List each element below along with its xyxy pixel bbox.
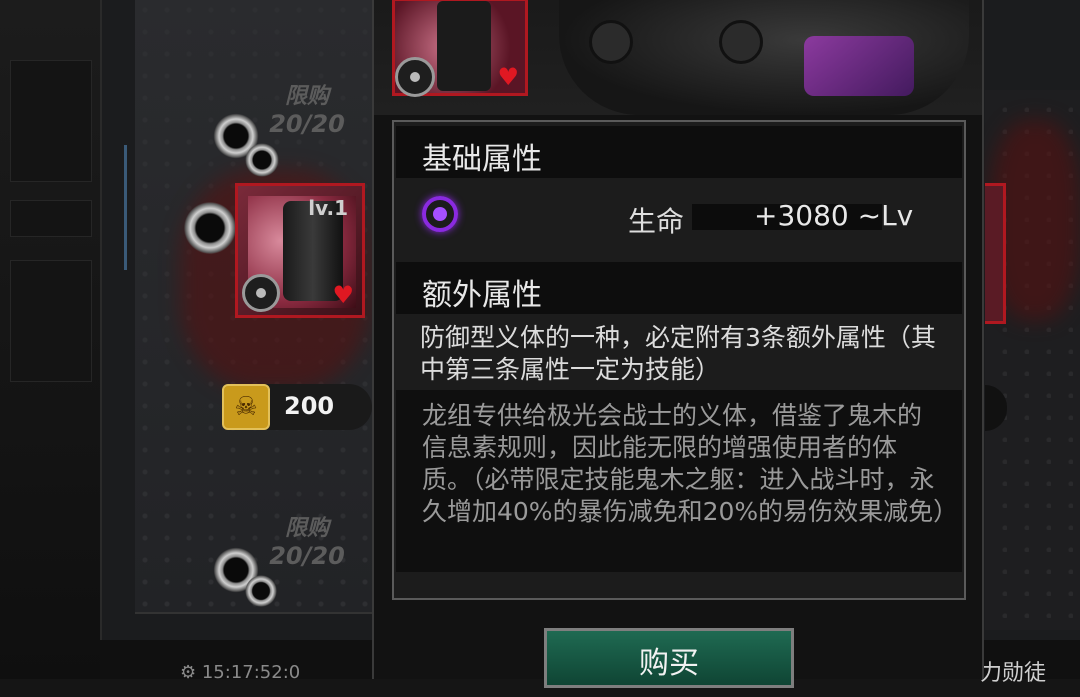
item-thumbnail-mech — [437, 1, 491, 91]
extra-attribute-description: 防御型义体的一种，必定附有3条额外属性（其中第三条属性一定为技能） — [420, 323, 936, 384]
scrollbar[interactable] — [124, 145, 127, 270]
gear-icon — [395, 57, 435, 97]
bullet-hole-icon — [244, 142, 280, 178]
mask-eye — [589, 20, 633, 64]
gear-icon — [242, 274, 280, 312]
attribute-value: +3080 ~Lv — [754, 199, 914, 232]
side-tile — [10, 60, 92, 182]
next-item-card[interactable] — [985, 183, 1006, 324]
section-title: 额外属性 — [422, 278, 542, 313]
attribute-row: 生命 +3080 ~Lv — [396, 180, 962, 258]
limit-label: 限购 — [284, 516, 329, 541]
flavor-text: 龙组专供给极光会战士的义体，借鉴了鬼木的信息素规则，因此能无限的增强使用者的体质… — [422, 401, 959, 526]
shop-item-card[interactable]: lv.1 ♥ — [235, 183, 365, 318]
item-thumbnail: ♥ — [392, 0, 528, 97]
attribute-label: 生命 — [628, 205, 685, 238]
flavor-text-box: 龙组专供给极光会战士的义体，借鉴了鬼木的信息素规则，因此能无限的增强使用者的体质… — [396, 390, 962, 572]
purple-cybernetic-icon — [422, 196, 458, 232]
extra-attributes-header: 额外属性 — [396, 262, 962, 314]
heart-icon: ♥ — [332, 281, 354, 309]
mask-eye — [719, 20, 763, 64]
item-level: lv.1 — [308, 196, 348, 220]
section-title: 基础属性 — [422, 142, 542, 177]
mask-visor — [804, 36, 914, 96]
bullet-hole-icon — [182, 200, 238, 256]
bullet-hole-icon — [244, 574, 278, 608]
price-tag[interactable]: ☠ 200 — [222, 384, 372, 430]
purchase-limit-bottom: 限购 20/20 — [262, 510, 352, 570]
mail-icon[interactable] — [10, 200, 92, 237]
limit-label: 限购 — [284, 84, 329, 109]
item-detail-popup: ♥ 基础属性 生命 +3080 ~Lv 额外属性 防御型义体的一种，必定附有3条… — [372, 0, 984, 688]
left-side-panel — [0, 0, 100, 679]
limit-count: 20/20 — [269, 110, 345, 138]
bottom-right-text: 力勋徒 — [980, 661, 1047, 686]
skull-coin-icon: ☠ — [222, 384, 270, 430]
heart-icon: ♥ — [497, 63, 519, 91]
side-tile — [10, 260, 92, 382]
limit-count: 20/20 — [269, 542, 345, 570]
price-value: 200 — [284, 392, 335, 420]
timer-text: ⚙ 15:17:52:0 — [180, 662, 301, 683]
base-attributes-header: 基础属性 — [396, 126, 962, 178]
purchase-limit-top: 限购 20/20 — [262, 78, 352, 138]
buy-button[interactable]: 购买 — [544, 628, 794, 688]
attribute-frame: 基础属性 生命 +3080 ~Lv 额外属性 防御型义体的一种，必定附有3条额外… — [392, 120, 966, 600]
item-preview-art: ♥ — [374, 0, 982, 115]
